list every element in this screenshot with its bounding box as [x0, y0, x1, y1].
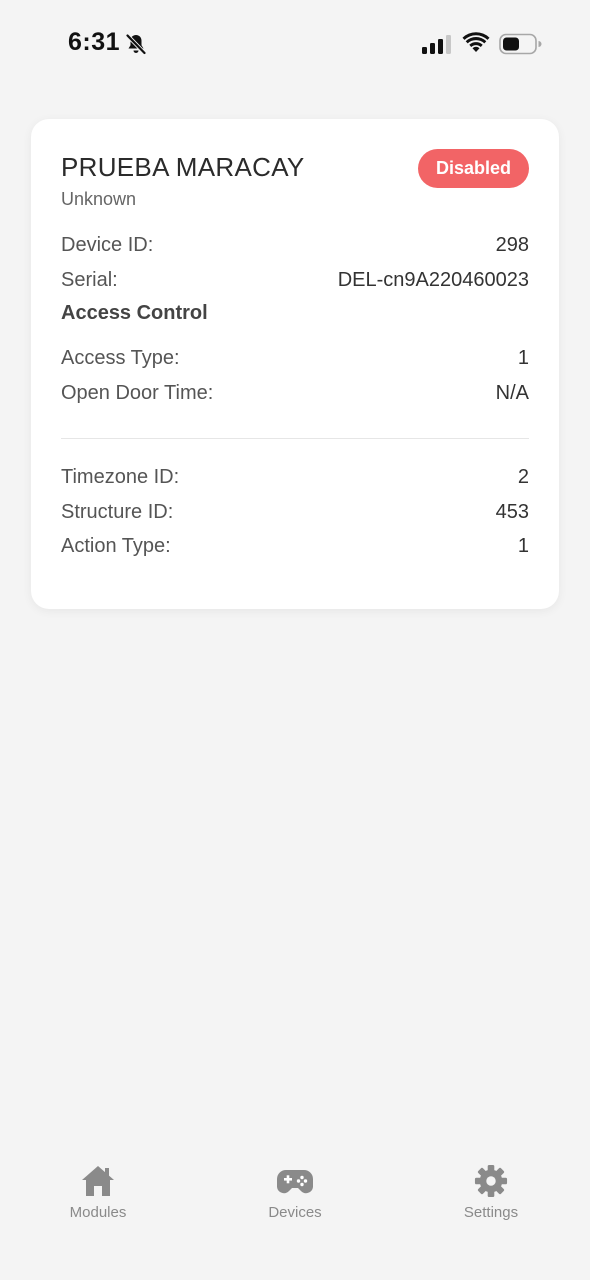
- battery-icon: [499, 33, 542, 55]
- timezone-id-label: Timezone ID:: [61, 465, 180, 488]
- open-door-time-label: Open Door Time:: [61, 381, 214, 404]
- device-id-row: Device ID: 298: [61, 230, 529, 260]
- timezone-id-row: Timezone ID: 2: [61, 462, 529, 492]
- tab-settings-label: Settings: [463, 1204, 519, 1221]
- open-door-time-row: Open Door Time: N/A: [61, 378, 529, 408]
- device-name: PRUEBA MARACAY: [61, 152, 305, 182]
- status-bar: 6:31: [0, 0, 590, 88]
- timezone-id-value: 2: [517, 465, 529, 488]
- cellular-signal-icon: [422, 35, 451, 54]
- wifi-icon: [462, 32, 490, 52]
- access-type-value: 1: [517, 346, 529, 369]
- divider: [61, 438, 529, 439]
- status-badge: Disabled: [417, 149, 529, 188]
- structure-id-row: Structure ID: 453: [61, 497, 529, 527]
- tab-settings[interactable]: Settings: [431, 1164, 551, 1221]
- tab-modules[interactable]: Modules: [38, 1164, 158, 1221]
- serial-value: DEL-cn9A220460023: [337, 268, 529, 291]
- action-type-row: Action Type: 1: [61, 531, 529, 561]
- structure-id-label: Structure ID:: [61, 500, 174, 523]
- access-type-label: Access Type:: [61, 346, 180, 369]
- open-door-time-value: N/A: [495, 381, 529, 404]
- tab-modules-label: Modules: [69, 1204, 127, 1221]
- gear-icon: [474, 1164, 508, 1198]
- device-subtitle: Unknown: [61, 189, 137, 209]
- serial-row: Serial: DEL-cn9A220460023: [61, 265, 529, 295]
- serial-label: Serial:: [61, 268, 118, 291]
- access-type-row: Access Type: 1: [61, 343, 529, 373]
- home-icon: [82, 1166, 114, 1196]
- device-id-value: 298: [495, 233, 529, 256]
- tab-devices[interactable]: Devices: [235, 1164, 355, 1221]
- bell-slash-icon: [126, 34, 146, 55]
- tab-bar: Modules Devices Settings: [0, 1150, 590, 1230]
- tab-devices-label: Devices: [268, 1204, 322, 1221]
- device-card[interactable]: PRUEBA MARACAY Unknown Disabled Device I…: [31, 119, 559, 609]
- screen: 6:31 PRUEBA MARACAY Unknown Disabled Dev…: [0, 0, 590, 1280]
- structure-id-value: 453: [495, 500, 529, 523]
- action-type-label: Action Type:: [61, 534, 171, 557]
- device-id-label: Device ID:: [61, 233, 154, 256]
- access-control-title: Access Control: [61, 302, 208, 324]
- action-type-value: 1: [517, 534, 529, 557]
- gamepad-icon: [277, 1170, 313, 1194]
- status-time: 6:31: [68, 28, 121, 56]
